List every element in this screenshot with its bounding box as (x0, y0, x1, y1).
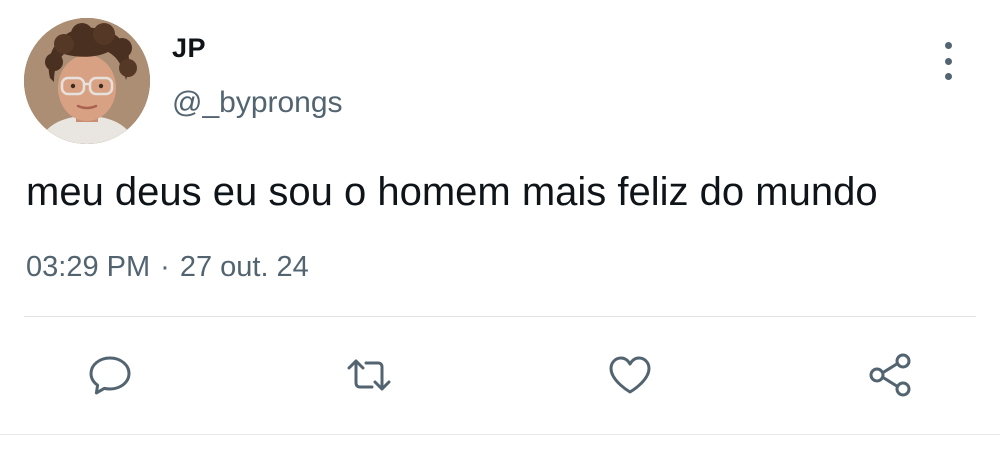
more-dot-icon (944, 42, 952, 49)
heart-icon (609, 356, 651, 394)
retweet-button[interactable] (345, 351, 393, 399)
share-icon (869, 353, 911, 397)
share-button[interactable] (866, 351, 914, 399)
reply-button[interactable] (86, 351, 134, 399)
more-dot-icon (944, 57, 952, 65)
like-button[interactable] (606, 351, 654, 399)
display-name[interactable]: JP (172, 33, 206, 64)
tweet-time[interactable]: 03:29 PM (26, 251, 150, 283)
divider (24, 316, 976, 317)
more-dot-icon (944, 73, 952, 80)
speech-bubble-icon (89, 356, 131, 395)
tweet-text: meu deus eu sou o homem mais feliz do mu… (26, 170, 878, 214)
avatar-image (24, 18, 150, 144)
more-options-button[interactable] (934, 42, 962, 80)
tweet-meta: 03:29 PM · 27 out. 24 (26, 251, 309, 284)
tweet-date[interactable]: 27 out. 24 (180, 251, 309, 283)
retweet-icon (347, 359, 391, 391)
tweet: JP @_byprongs meu deus eu sou o homem ma… (0, 0, 1000, 449)
meta-separator: · (160, 251, 170, 283)
handle[interactable]: @_byprongs (172, 86, 343, 120)
bottom-divider (0, 434, 1000, 435)
avatar[interactable] (24, 18, 150, 144)
